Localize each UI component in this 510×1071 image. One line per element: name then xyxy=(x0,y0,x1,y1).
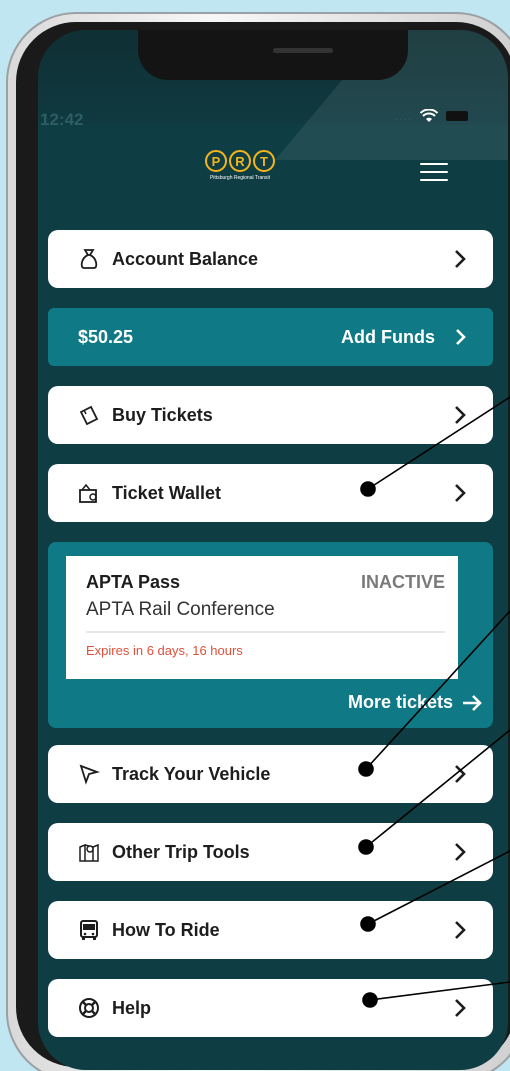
account-balance-button[interactable]: Account Balance xyxy=(48,230,493,288)
pass-divider xyxy=(86,631,445,633)
help-label: Help xyxy=(112,997,152,1018)
cursor-icon xyxy=(79,764,100,785)
chevron-right-icon xyxy=(455,406,466,424)
logo-letter-t: T xyxy=(253,150,275,172)
more-tickets-link[interactable]: More tickets xyxy=(348,692,483,713)
battery-icon xyxy=(446,111,469,121)
wifi-icon xyxy=(420,109,439,122)
pass-card[interactable]: APTA Pass INACTIVE APTA Rail Conference … xyxy=(66,556,458,679)
arrow-right-icon xyxy=(463,694,482,711)
bus-icon xyxy=(80,920,98,940)
map-pin-icon xyxy=(79,843,99,862)
lifebuoy-icon xyxy=(79,998,99,1018)
how-to-ride-button[interactable]: How To Ride xyxy=(48,901,493,959)
ticket-wallet-button[interactable]: Ticket Wallet xyxy=(48,464,493,522)
ticket-wallet-label: Ticket Wallet xyxy=(112,482,222,503)
logo-subtitle: Pittsburgh Regional Transit xyxy=(209,175,271,181)
money-bag-icon xyxy=(80,249,98,269)
speaker xyxy=(273,48,333,53)
wallet-icon xyxy=(79,483,97,503)
pass-status-badge: INACTIVE xyxy=(360,572,445,592)
funds-bar[interactable]: $50.25 Add Funds xyxy=(48,308,493,366)
phone-notch xyxy=(138,30,408,80)
add-funds-label[interactable]: Add Funds xyxy=(341,327,435,348)
logo-letter-r: R xyxy=(229,150,251,172)
how-to-ride-label: How To Ride xyxy=(112,919,220,940)
prt-logo: P R T Pittsburgh Regional Transit xyxy=(190,150,290,181)
chevron-right-icon xyxy=(455,765,466,783)
chevron-right-icon xyxy=(455,999,466,1017)
track-vehicle-label: Track Your Vehicle xyxy=(112,763,271,784)
buy-tickets-label: Buy Tickets xyxy=(112,404,213,425)
buy-tickets-button[interactable]: Buy Tickets xyxy=(48,386,493,444)
pass-expiry: Expires in 6 days, 16 hours xyxy=(86,643,243,658)
help-button[interactable]: Help xyxy=(48,979,493,1037)
more-tickets-label: More tickets xyxy=(347,692,453,712)
other-trip-tools-label: Other Trip Tools xyxy=(112,841,250,862)
account-balance-label: Account Balance xyxy=(112,248,259,269)
hamburger-menu-icon[interactable] xyxy=(420,163,448,183)
active-pass-panel: APTA Pass INACTIVE APTA Rail Conference … xyxy=(48,542,493,728)
logo-letter-p: P xyxy=(205,150,227,172)
chevron-right-icon xyxy=(455,843,466,861)
chevron-right-icon xyxy=(455,484,466,502)
tickets-icon xyxy=(79,405,99,426)
signal-dots-icon: .... xyxy=(395,109,413,123)
balance-amount: $50.25 xyxy=(78,326,134,347)
chevron-right-icon xyxy=(455,921,466,939)
pass-event: APTA Rail Conference xyxy=(86,599,275,620)
chevron-right-icon xyxy=(456,329,466,345)
status-icons: .... xyxy=(395,109,469,123)
other-trip-tools-button[interactable]: Other Trip Tools xyxy=(48,823,493,881)
status-time: 12:42 xyxy=(40,110,84,129)
chevron-right-icon xyxy=(455,250,466,268)
track-vehicle-button[interactable]: Track Your Vehicle xyxy=(48,745,493,803)
pass-name: APTA Pass xyxy=(86,572,181,592)
